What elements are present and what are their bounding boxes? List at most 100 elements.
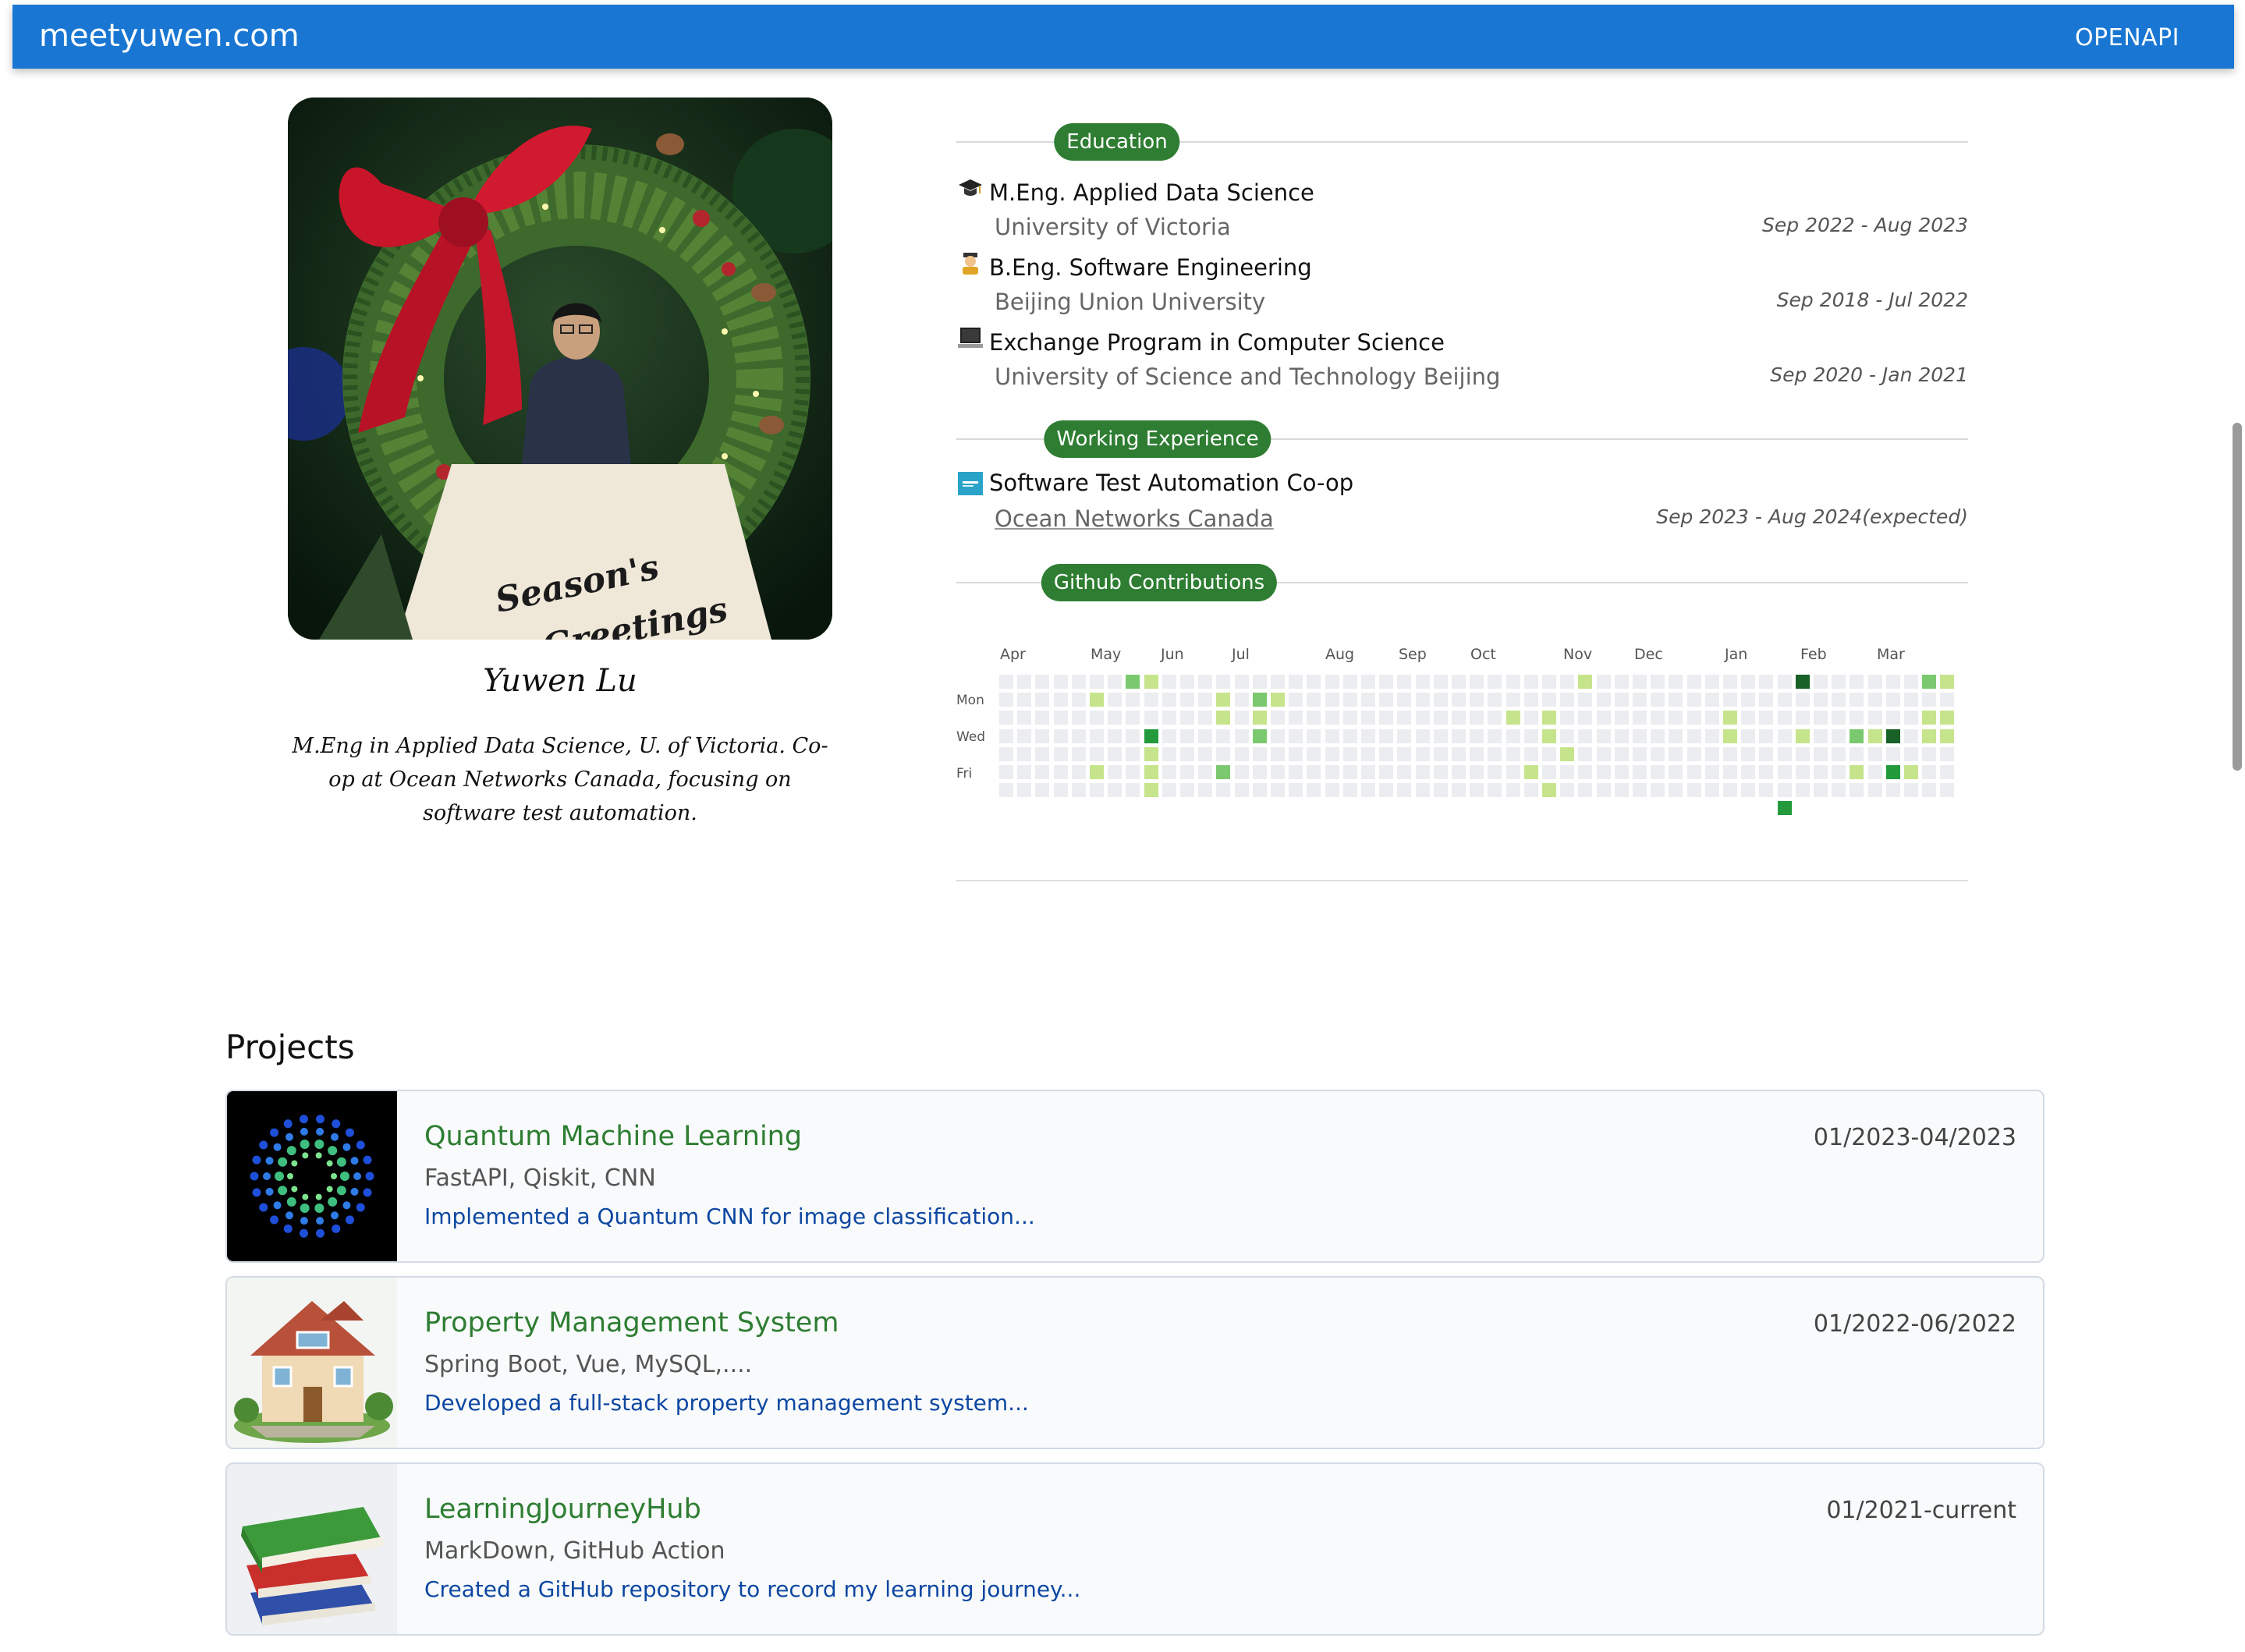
contribution-day-cell xyxy=(1090,711,1104,725)
contribution-day-cell xyxy=(1452,746,1466,761)
contribution-day-cell xyxy=(1452,765,1466,779)
site-brand-link[interactable]: meetyuwen.com xyxy=(39,20,300,51)
contribution-day-cell xyxy=(1885,675,1900,689)
contribution-day-cell xyxy=(1814,765,1828,779)
project-title-link[interactable]: Quantum Machine Learning xyxy=(424,1121,802,1152)
project-description-link[interactable]: Developed a full-stack property manageme… xyxy=(424,1390,1029,1416)
contribution-day-cell xyxy=(1415,675,1430,689)
contribution-day-cell xyxy=(1596,693,1611,707)
contribution-day-cell xyxy=(1271,675,1285,689)
contribution-day-cell xyxy=(1234,746,1249,761)
experience-title: Software Test Automation Co-op xyxy=(989,470,1354,496)
contribution-day-cell xyxy=(1307,765,1321,779)
project-title-link[interactable]: LearningJourneyHub xyxy=(424,1494,701,1525)
contribution-day-cell xyxy=(1885,765,1900,779)
contribution-day-cell xyxy=(1071,693,1086,707)
contribution-day-cell xyxy=(1523,711,1538,725)
contribution-day-cell xyxy=(1216,693,1231,707)
education-dates: Sep 2018 - Jul 2022 xyxy=(1776,289,1968,311)
project-dates: 01/2021-current xyxy=(1826,1497,2016,1524)
contribution-day-cell xyxy=(1542,693,1556,707)
project-description-link[interactable]: Implemented a Quantum CNN for image clas… xyxy=(424,1204,1035,1229)
contribution-day-cell xyxy=(1759,783,1774,798)
contribution-day-cell xyxy=(1470,693,1484,707)
contribution-day-cell xyxy=(1361,711,1375,725)
contribution-day-cell xyxy=(1126,729,1140,743)
contribution-day-cell xyxy=(1325,746,1339,761)
contribution-day-cell xyxy=(1686,783,1701,798)
contribution-day-cell xyxy=(1686,675,1701,689)
contribution-day-cell xyxy=(1307,746,1321,761)
contribution-day-cell xyxy=(1162,711,1176,725)
contribution-day-cell xyxy=(1885,693,1900,707)
contribution-day-cell xyxy=(1071,729,1086,743)
contribution-day-cell xyxy=(999,693,1013,707)
contributions-heading-chip: Github Contributions xyxy=(1041,564,1278,601)
contribution-day-cell xyxy=(1433,711,1448,725)
contribution-day-cell xyxy=(1741,783,1756,798)
contribution-day-cell xyxy=(1578,765,1593,779)
contribution-day-cell xyxy=(1832,765,1846,779)
project-dates: 01/2022-06/2022 xyxy=(1813,1310,2016,1338)
contribution-day-cell xyxy=(1053,675,1068,689)
contribution-day-cell xyxy=(1759,746,1774,761)
contribution-day-cell xyxy=(1415,729,1430,743)
month-label: Sep xyxy=(1399,646,1427,663)
contribution-day-cell xyxy=(1704,675,1719,689)
contribution-day-cell xyxy=(1108,729,1122,743)
contribution-day-cell xyxy=(1289,765,1303,779)
contribution-day-cell xyxy=(1488,729,1502,743)
contribution-day-cell xyxy=(1035,693,1050,707)
openapi-nav-link[interactable]: OPENAPI xyxy=(2075,27,2179,50)
contribution-day-cell xyxy=(1850,729,1864,743)
contribution-day-cell xyxy=(1885,711,1900,725)
contribution-day-cell xyxy=(1633,783,1647,798)
contribution-day-cell xyxy=(1397,746,1412,761)
contribution-day-cell xyxy=(1452,693,1466,707)
contribution-day-cell xyxy=(1814,711,1828,725)
contribution-day-cell xyxy=(1651,675,1665,689)
experience-dates: Sep 2023 - Aug 2024(expected) xyxy=(1656,505,1968,528)
contribution-day-cell xyxy=(1433,746,1448,761)
project-title-link[interactable]: Property Management System xyxy=(424,1307,839,1338)
contribution-day-cell xyxy=(1850,675,1864,689)
contribution-day-cell xyxy=(1053,693,1068,707)
contribution-day-cell xyxy=(1867,729,1882,743)
contribution-day-cell xyxy=(1867,693,1882,707)
contribution-day-cell xyxy=(1832,729,1846,743)
month-label: Dec xyxy=(1634,646,1663,663)
contribution-day-cell xyxy=(1633,765,1647,779)
project-card[interactable]: LearningJourneyHub MarkDown, GitHub Acti… xyxy=(225,1462,2045,1636)
contribution-day-cell xyxy=(1071,711,1086,725)
contribution-day-cell xyxy=(1686,746,1701,761)
contribution-day-cell xyxy=(1723,675,1737,689)
contribution-day-cell xyxy=(1035,675,1050,689)
contribution-day-cell xyxy=(1523,765,1538,779)
contribution-day-cell xyxy=(1795,746,1810,761)
contribution-day-cell xyxy=(1523,729,1538,743)
contribution-day-cell xyxy=(1578,729,1593,743)
project-card[interactable]: Quantum Machine Learning FastAPI, Qiskit… xyxy=(225,1090,2045,1263)
project-dates: 01/2023-04/2023 xyxy=(1813,1124,2016,1151)
contribution-day-cell xyxy=(1180,711,1194,725)
contribution-day-cell xyxy=(1867,711,1882,725)
contribution-day-cell xyxy=(1560,746,1575,761)
contribution-day-cell xyxy=(1940,729,1955,743)
contribution-day-cell xyxy=(1090,765,1104,779)
contribution-day-cell xyxy=(1325,783,1339,798)
project-card[interactable]: Property Management System Spring Boot, … xyxy=(225,1276,2045,1449)
contribution-day-cell xyxy=(1017,783,1032,798)
contribution-day-cell xyxy=(1470,729,1484,743)
company-link[interactable]: Ocean Networks Canada xyxy=(995,505,1274,532)
project-description-link[interactable]: Created a GitHub repository to record my… xyxy=(424,1576,1080,1602)
contribution-day-cell xyxy=(1017,746,1032,761)
contribution-day-cell xyxy=(1035,711,1050,725)
contribution-day-cell xyxy=(1053,765,1068,779)
contribution-day-cell xyxy=(1397,675,1412,689)
contribution-day-cell xyxy=(1470,783,1484,798)
education-heading-chip: Education xyxy=(1054,123,1180,161)
contribution-day-cell xyxy=(1777,746,1792,761)
month-label: Oct xyxy=(1470,646,1496,663)
contribution-day-cell xyxy=(1506,729,1520,743)
page-scrollbar-thumb[interactable] xyxy=(2233,423,2242,771)
